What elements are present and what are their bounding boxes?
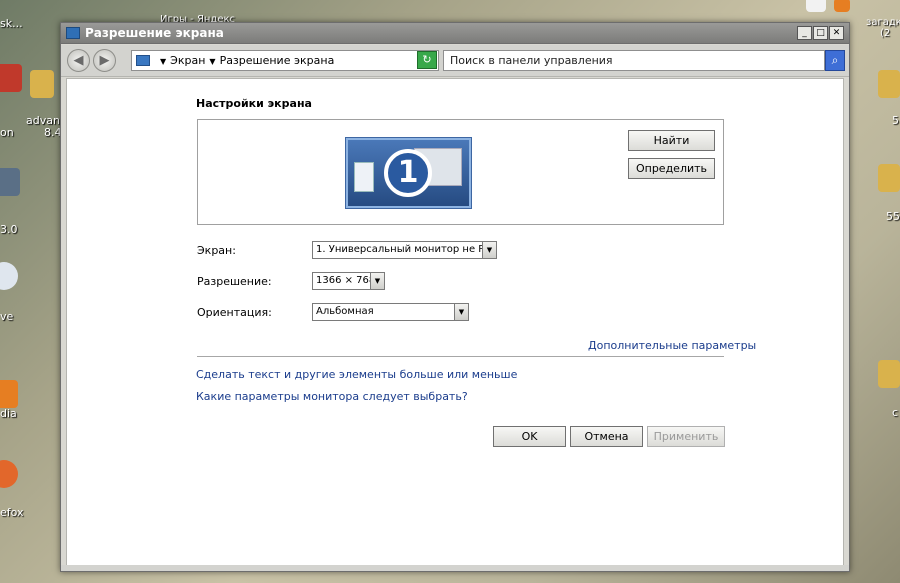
find-button[interactable]: Найти — [628, 130, 715, 151]
search-icon[interactable]: ⌕ — [825, 50, 845, 71]
resolution-select[interactable]: 1366 × 768 ▼ — [312, 272, 385, 290]
orientation-select-value: Альбомная — [316, 306, 374, 317]
monitor-help-link[interactable]: Какие параметры монитора следует выбрать… — [196, 390, 468, 403]
screen-select-value: 1. Универсальный монитор не PnP — [316, 244, 497, 255]
address-bar: ◀ ▶ ▼Экран▼Разрешение экрана ▼ Поиск в п… — [61, 45, 849, 77]
breadcrumb-resolution[interactable]: Разрешение экрана — [220, 54, 335, 67]
desktop-label: 3.0 — [0, 223, 18, 236]
desktop-label: sk... — [0, 17, 23, 30]
address-field[interactable]: ▼Экран▼Разрешение экрана ▼ — [131, 50, 439, 71]
main-content: Настройки экрана 1 Найти Определить Экра… — [66, 78, 844, 566]
control-panel-icon — [66, 27, 80, 39]
chevron-down-icon[interactable]: ▼ — [482, 242, 496, 258]
back-button[interactable]: ◀ — [67, 49, 90, 72]
desktop-icon[interactable] — [834, 0, 850, 12]
window-bottom-border — [61, 565, 849, 571]
monitor-preview: 1 Найти Определить — [197, 119, 724, 225]
desktop-label: 8.4 — [44, 126, 62, 139]
desktop-icon[interactable] — [0, 64, 22, 92]
monitor-number: 1 — [384, 149, 432, 197]
folder-icon[interactable] — [30, 70, 54, 98]
mini-window-graphic — [354, 162, 374, 192]
screen-label: Экран: — [197, 244, 236, 257]
folder-icon[interactable] — [878, 70, 900, 98]
desktop-icon[interactable] — [0, 380, 18, 408]
screen-select[interactable]: 1. Универсальный монитор не PnP ▼ — [312, 241, 497, 259]
title-bar[interactable]: Разрешение экрана _ □ ✕ — [61, 23, 849, 44]
desktop-label: (2 — [880, 28, 891, 39]
desktop-label: 5 — [892, 114, 899, 127]
desktop-label: ve — [0, 310, 14, 323]
apply-button[interactable]: Применить — [647, 426, 725, 447]
orientation-select[interactable]: Альбомная ▼ — [312, 303, 469, 321]
desktop-icon[interactable] — [0, 168, 20, 196]
screen-resolution-window: Разрешение экрана _ □ ✕ ◀ ▶ ▼ Экран ▼ Разре… — [60, 22, 850, 572]
chevron-down-icon[interactable]: ▼ — [370, 273, 384, 289]
identify-button[interactable]: Определить — [628, 158, 715, 179]
resolution-label: Разрешение: — [197, 275, 272, 288]
page-title: Настройки экрана — [196, 97, 312, 110]
chevron-down-icon[interactable]: ▼ — [160, 57, 166, 66]
window-title: Разрешение экрана — [85, 26, 224, 40]
desktop-label: efox — [0, 506, 24, 519]
ok-button[interactable]: OK — [493, 426, 566, 447]
control-panel-icon — [136, 55, 150, 66]
folder-icon[interactable] — [878, 360, 900, 388]
orientation-label: Ориентация: — [197, 306, 272, 319]
desktop-label: dia — [0, 407, 17, 420]
firefox-icon[interactable] — [0, 460, 18, 488]
forward-button[interactable]: ▶ — [93, 49, 116, 72]
search-input[interactable]: Поиск в панели управления — [443, 50, 825, 71]
monitor-icon[interactable]: 1 — [345, 137, 472, 209]
desktop-label: on — [0, 126, 14, 139]
chevron-down-icon[interactable]: ▼ — [209, 57, 215, 66]
text-size-link[interactable]: Сделать текст и другие элементы больше и… — [196, 368, 517, 381]
resolution-select-value: 1366 × 768 — [316, 275, 376, 286]
folder-icon[interactable] — [878, 164, 900, 192]
cancel-button[interactable]: Отмена — [570, 426, 643, 447]
close-button[interactable]: ✕ — [829, 26, 844, 40]
desktop-label: загадк — [866, 17, 900, 28]
desktop-label: 55 — [886, 210, 900, 223]
minimize-button[interactable]: _ — [797, 26, 812, 40]
refresh-button[interactable]: ↻ — [417, 51, 437, 69]
breadcrumb-screen[interactable]: Экран — [170, 54, 205, 67]
desktop-icon[interactable] — [806, 0, 826, 12]
maximize-button[interactable]: □ — [813, 26, 828, 40]
advanced-settings-link[interactable]: Дополнительные параметры — [588, 339, 756, 352]
divider — [197, 356, 724, 357]
chevron-down-icon[interactable]: ▼ — [454, 304, 468, 320]
desktop-label: c — [892, 406, 899, 419]
desktop-icon[interactable] — [0, 262, 18, 290]
